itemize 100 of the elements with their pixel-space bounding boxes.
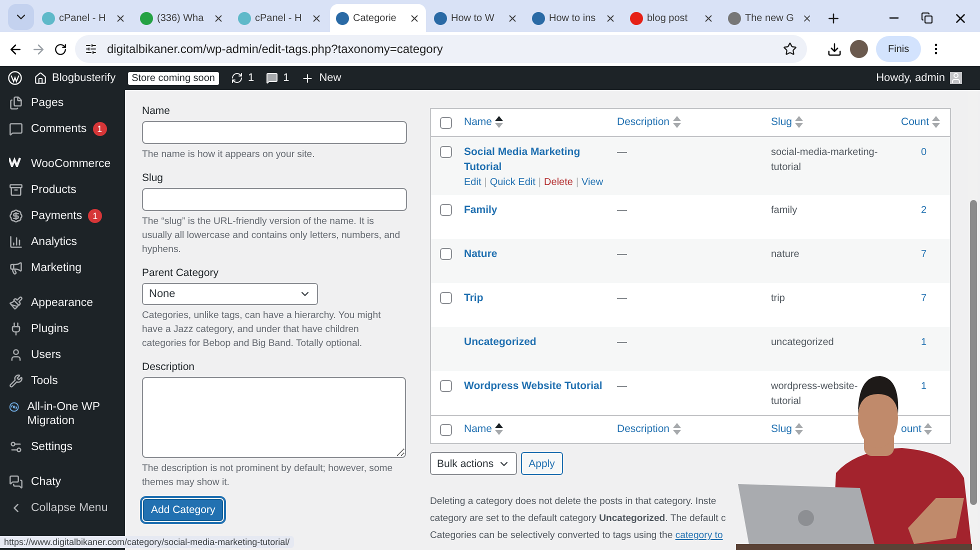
- description-field[interactable]: [142, 377, 406, 458]
- category-name-link[interactable]: Uncategorized: [464, 335, 617, 350]
- comments-link[interactable]: 1: [266, 72, 290, 84]
- sidebar-item[interactable]: Comments 1: [0, 116, 125, 142]
- text-field[interactable]: [142, 188, 407, 211]
- category-name-link[interactable]: Trip: [464, 291, 617, 306]
- slug-cell-text: social-media-marketing-tutorial: [771, 146, 879, 175]
- forward-icon[interactable]: [31, 42, 46, 56]
- parent-select[interactable]: None: [142, 283, 318, 305]
- count-link[interactable]: 1: [901, 335, 927, 350]
- sidebar-item[interactable]: Payments 1: [0, 203, 125, 229]
- browser-tab[interactable]: How to ins: [526, 4, 622, 32]
- column-header[interactable]: Name: [464, 116, 504, 128]
- sidebar-item[interactable]: WooCommerce: [0, 151, 125, 177]
- sidebar-item[interactable]: Settings: [0, 434, 125, 460]
- sidebar-item[interactable]: Collapse Menu: [0, 495, 125, 521]
- row-checkbox[interactable]: [440, 248, 452, 260]
- address-bar[interactable]: digitalbikaner.com/wp-admin/edit-tags.php?taxonomy=category: [75, 35, 807, 63]
- bar-chart-icon: [9, 235, 23, 249]
- browser-tab[interactable]: The new G: [722, 4, 818, 32]
- text-field[interactable]: [142, 121, 407, 144]
- column-header[interactable]: Description: [617, 423, 681, 435]
- close-icon[interactable]: [213, 12, 224, 24]
- reload-icon[interactable]: [54, 42, 67, 56]
- column-header[interactable]: ount: [901, 423, 932, 435]
- close-icon[interactable]: [703, 12, 714, 24]
- category-name-link[interactable]: Wordpress Website Tutorial: [464, 379, 617, 394]
- restore-icon[interactable]: [921, 12, 933, 24]
- back-icon[interactable]: [8, 42, 23, 56]
- sidebar-item[interactable]: Products: [0, 177, 125, 203]
- browser-tab[interactable]: blog post: [624, 4, 720, 32]
- apply-button[interactable]: Apply: [520, 452, 563, 475]
- column-header[interactable]: Count: [901, 116, 940, 128]
- category-name-link[interactable]: Family: [464, 203, 617, 218]
- bookmark-icon[interactable]: [783, 42, 797, 56]
- dollar-icon: [9, 209, 23, 223]
- browser-tab[interactable]: cPanel - H: [232, 4, 328, 32]
- category-name-link[interactable]: Social Media Marketing Tutorial: [464, 145, 617, 175]
- favicon-icon: [532, 12, 545, 24]
- column-header[interactable]: Name: [464, 423, 504, 435]
- scrollbar-thumb[interactable]: [970, 200, 977, 505]
- browser-tab[interactable]: (336) Wha: [134, 4, 230, 32]
- row-action-link[interactable]: Delete: [544, 177, 573, 188]
- row-checkbox[interactable]: [440, 292, 452, 304]
- sidebar-item[interactable]: Tools: [0, 368, 125, 394]
- close-icon[interactable]: [409, 12, 420, 24]
- column-header[interactable]: Slug: [771, 116, 804, 128]
- site-info-icon[interactable]: [85, 43, 97, 55]
- count-link[interactable]: 2: [901, 203, 927, 218]
- select-all-checkbox[interactable]: [440, 424, 452, 436]
- row-action-link[interactable]: Edit: [464, 177, 482, 188]
- plus-icon: [301, 72, 314, 84]
- close-icon[interactable]: [802, 12, 812, 24]
- comment-icon: [9, 122, 23, 136]
- count-link[interactable]: 1: [901, 379, 927, 394]
- finish-button[interactable]: Finis: [876, 36, 922, 62]
- row-action-link[interactable]: View: [582, 177, 604, 188]
- sidebar-item[interactable]: Users: [0, 342, 125, 368]
- count-link[interactable]: 7: [901, 247, 927, 262]
- column-header[interactable]: Description: [617, 116, 681, 128]
- refresh-icon: [230, 72, 243, 84]
- account-link[interactable]: Howdy, admin: [876, 72, 962, 84]
- sidebar-item[interactable]: Chaty: [0, 469, 125, 495]
- converter-link[interactable]: category to: [675, 530, 723, 541]
- category-name-link[interactable]: Nature: [464, 247, 617, 262]
- slug-cell-text: uncategorized: [771, 336, 834, 350]
- row-checkbox[interactable]: [440, 380, 452, 392]
- add-category-button[interactable]: Add Category: [143, 499, 224, 521]
- column-header[interactable]: Slug: [771, 423, 804, 435]
- site-link[interactable]: Blogbusterify: [34, 72, 116, 84]
- row-checkbox[interactable]: [440, 146, 452, 158]
- close-icon[interactable]: [605, 12, 616, 24]
- browser-tab[interactable]: How to W: [428, 4, 524, 32]
- separator: |: [538, 177, 542, 188]
- bulk-actions-select[interactable]: Bulk actions: [430, 452, 517, 475]
- sidebar-item[interactable]: All-in-One WP Migration: [0, 394, 125, 434]
- sidebar-item[interactable]: Appearance: [0, 290, 125, 316]
- row-action-link[interactable]: Quick Edit: [490, 177, 536, 188]
- home-icon: [34, 72, 47, 84]
- browser-tab[interactable]: Categorie: [330, 4, 426, 32]
- updates-link[interactable]: 1: [230, 72, 254, 84]
- row-checkbox[interactable]: [440, 204, 452, 216]
- tab-list-button[interactable]: [8, 4, 34, 30]
- sidebar-item[interactable]: Marketing: [0, 255, 125, 281]
- close-icon[interactable]: [311, 12, 322, 24]
- select-all-checkbox[interactable]: [440, 117, 452, 129]
- browser-tab[interactable]: cPanel - H: [36, 4, 132, 32]
- count-badge: 1: [92, 122, 107, 136]
- wrench-icon: [9, 374, 23, 388]
- count-link[interactable]: 0: [901, 145, 927, 160]
- sidebar-item[interactable]: Plugins: [0, 316, 125, 342]
- count-link[interactable]: 7: [901, 291, 927, 306]
- sidebar-item[interactable]: Pages: [0, 90, 125, 116]
- close-icon[interactable]: [507, 12, 518, 24]
- sidebar-item[interactable]: Analytics: [0, 229, 125, 255]
- profile-avatar[interactable]: [850, 40, 868, 58]
- download-icon[interactable]: [827, 42, 842, 56]
- new-link[interactable]: New: [301, 72, 342, 84]
- close-icon[interactable]: [115, 12, 126, 24]
- favicon-icon: [238, 12, 251, 24]
